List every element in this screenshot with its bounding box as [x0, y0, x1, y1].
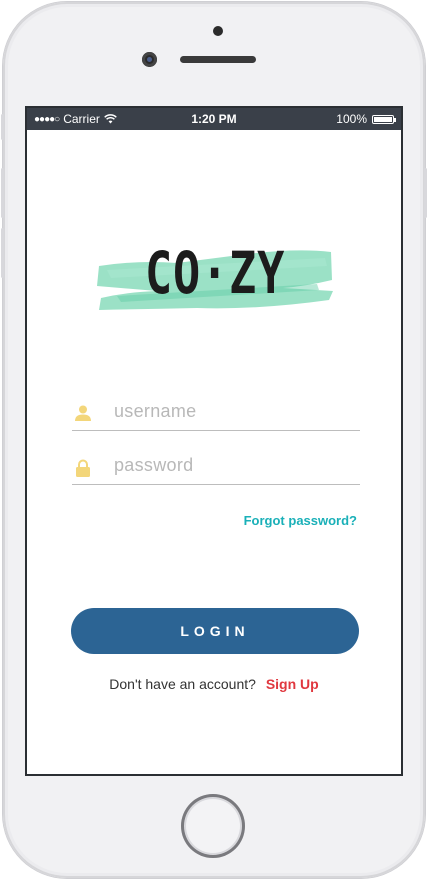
volume-down-button: [1, 228, 4, 278]
username-field[interactable]: [72, 394, 360, 431]
earpiece-speaker: [180, 56, 256, 63]
signup-link[interactable]: Sign Up: [266, 676, 319, 692]
no-account-text: Don't have an account?: [109, 676, 256, 692]
battery-percent: 100%: [336, 112, 367, 126]
volume-up-button: [1, 168, 4, 218]
password-field[interactable]: [72, 448, 360, 485]
login-button[interactable]: LOGIN: [71, 608, 359, 654]
username-input[interactable]: [114, 397, 354, 425]
mute-switch: [1, 114, 4, 140]
battery-icon: [372, 114, 396, 124]
front-sensor: [213, 26, 223, 36]
signup-prompt: Don't have an account? Sign Up: [27, 676, 401, 692]
user-icon: [75, 405, 91, 421]
forgot-password-link[interactable]: Forgot password?: [244, 513, 357, 528]
cozy-logo: CO·ZY: [97, 236, 333, 316]
password-input[interactable]: [114, 451, 354, 479]
status-right: 100%: [336, 112, 396, 126]
logo-wordmark: CO·ZY: [145, 239, 286, 307]
front-camera: [142, 52, 157, 67]
lock-icon: [76, 459, 90, 477]
app-screen: ●●●●○ Carrier 1:20 PM 100% CO·ZY usernam…: [25, 106, 403, 776]
power-button: [424, 168, 427, 218]
home-button[interactable]: [181, 794, 245, 858]
status-bar: ●●●●○ Carrier 1:20 PM 100%: [27, 108, 401, 130]
